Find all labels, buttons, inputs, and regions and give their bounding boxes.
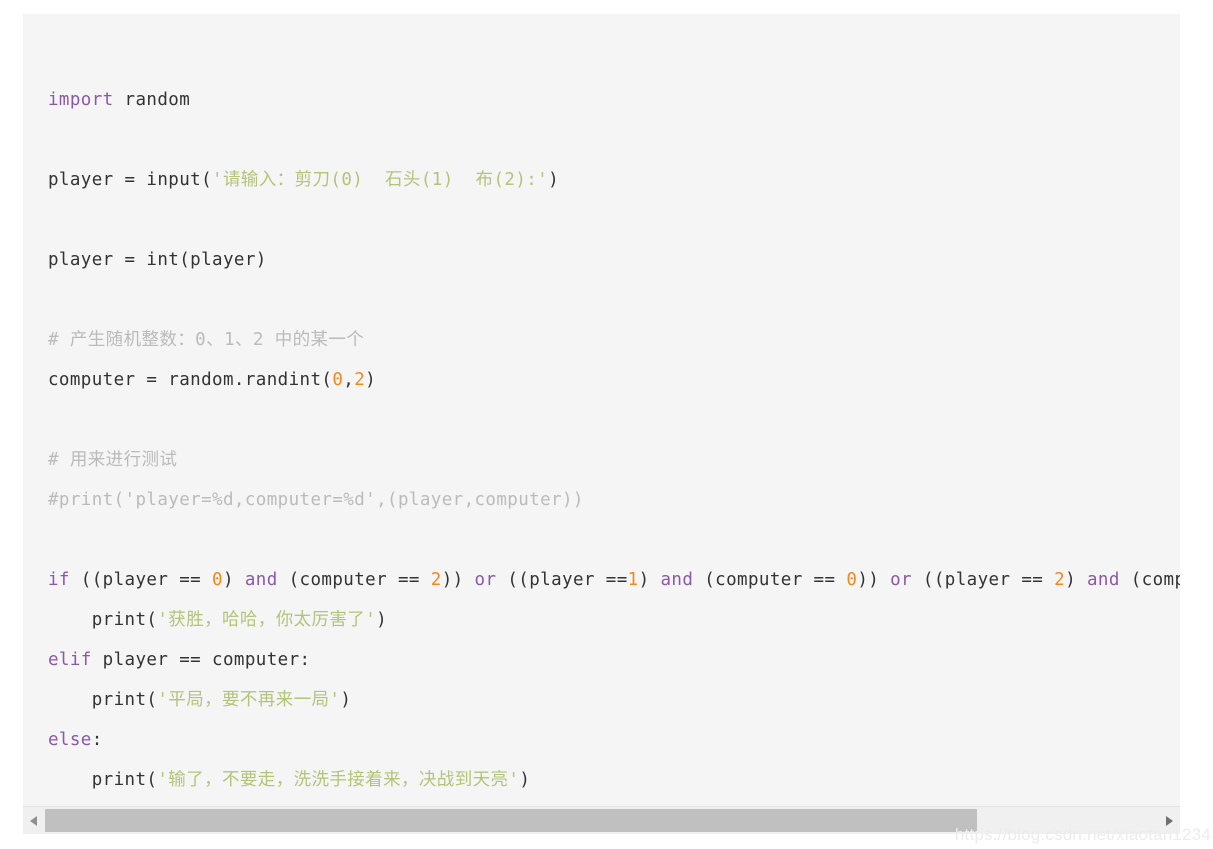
code-token: ((player == xyxy=(496,570,628,590)
code-lines-container: import random player = input('请输入：剪刀(0) 石… xyxy=(23,14,1180,800)
line-blank-2 xyxy=(48,200,1180,240)
code-token: import xyxy=(48,90,114,110)
code-token: ) xyxy=(340,690,352,710)
scrollbar-right-arrow-button[interactable] xyxy=(1158,807,1180,834)
code-token: # 用来进行测试 xyxy=(48,450,178,470)
line-player-int: player = int(player) xyxy=(48,240,1180,280)
code-token: 0 xyxy=(846,570,858,590)
code-token: player = input( xyxy=(48,170,213,190)
code-token: )) xyxy=(441,570,475,590)
code-token: , xyxy=(343,370,355,390)
line-comment-print-debug: #print('player=%d,computer=%d',(player,c… xyxy=(48,480,1180,520)
code-token: 2 xyxy=(354,370,366,390)
code-token: 0 xyxy=(332,370,344,390)
code-token: and xyxy=(244,570,278,590)
code-token: random xyxy=(113,90,191,110)
line-blank-5 xyxy=(48,520,1180,560)
code-token: ) xyxy=(376,610,388,630)
code-token: player = int(player) xyxy=(48,250,267,270)
code-token: '输了，不要走，洗洗手接着来，决战到天亮' xyxy=(157,770,520,790)
scrollbar-thumb[interactable] xyxy=(45,809,977,832)
line-print-draw: print('平局，要不再来一局') xyxy=(48,680,1180,720)
code-token: (computer == xyxy=(277,570,431,590)
code-token: ((player == xyxy=(69,570,213,590)
code-token: and xyxy=(660,570,694,590)
line-blank-4 xyxy=(48,400,1180,440)
line-blank-3 xyxy=(48,280,1180,320)
code-token: )) xyxy=(857,570,891,590)
code-token: if xyxy=(48,570,70,590)
code-token: and xyxy=(1086,570,1120,590)
code-token: ) xyxy=(519,770,531,790)
code-token: : xyxy=(91,730,103,750)
code-token: 2 xyxy=(430,570,442,590)
code-token: elif xyxy=(48,650,92,670)
code-token: ) xyxy=(365,370,377,390)
line-blank-1 xyxy=(48,120,1180,160)
code-token: '请输入：剪刀(0) 石头(1) 布(2):' xyxy=(212,170,549,190)
code-block: import random player = input('请输入：剪刀(0) 石… xyxy=(23,14,1180,834)
code-token: ) xyxy=(1065,570,1087,590)
line-print-win: print('获胜，哈哈，你太厉害了') xyxy=(48,600,1180,640)
code-token: print( xyxy=(48,770,158,790)
line-elif-draw: elif player == computer: xyxy=(48,640,1180,680)
triangle-right-icon xyxy=(1165,815,1173,826)
code-token: else xyxy=(48,730,92,750)
code-token: # 产生随机整数：0、1、2 中的某一个 xyxy=(48,330,365,350)
triangle-left-icon xyxy=(30,815,38,826)
line-computer-randint: computer = random.randint(0,2) xyxy=(48,360,1180,400)
line-print-lose: print('输了，不要走，洗洗手接着来，决战到天亮') xyxy=(48,760,1180,800)
line-comment-random-int: # 产生随机整数：0、1、2 中的某一个 xyxy=(48,320,1180,360)
code-token: ) xyxy=(222,570,245,590)
code-token: 2 xyxy=(1054,570,1066,590)
page-root: import random player = input('请输入：剪刀(0) 石… xyxy=(0,0,1213,849)
scrollbar-left-arrow-button[interactable] xyxy=(23,807,45,834)
code-token: or xyxy=(474,570,497,590)
line-if-condition: if ((player == 0) and (computer == 2)) o… xyxy=(48,560,1180,600)
code-token: ((player == xyxy=(912,570,1055,590)
line-import-random: import random xyxy=(48,80,1180,120)
code-token: 1 xyxy=(627,570,639,590)
code-token: '获胜，哈哈，你太厉害了' xyxy=(157,610,377,630)
horizontal-scrollbar[interactable] xyxy=(23,806,1180,834)
code-token: '平局，要不再来一局' xyxy=(157,690,341,710)
code-token: print( xyxy=(48,610,158,630)
code-token: or xyxy=(890,570,912,590)
line-comment-test: # 用来进行测试 xyxy=(48,440,1180,480)
code-scroll-viewport[interactable]: import random player = input('请输入：剪刀(0) 石… xyxy=(23,14,1180,807)
line-player-input: player = input('请输入：剪刀(0) 石头(1) 布(2):') xyxy=(48,160,1180,200)
code-token: player == computer: xyxy=(91,650,311,670)
code-token: (computer == xyxy=(693,570,847,590)
code-token: ) xyxy=(548,170,560,190)
code-token: #print('player=%d,computer=%d',(player,c… xyxy=(48,490,584,510)
line-else: else: xyxy=(48,720,1180,760)
code-token: computer = random.randint( xyxy=(48,370,333,390)
code-token: 0 xyxy=(212,570,223,590)
code-token: print( xyxy=(48,690,158,710)
code-token: ) xyxy=(638,570,661,590)
code-token: (computer == 1)): xyxy=(1130,570,1180,590)
